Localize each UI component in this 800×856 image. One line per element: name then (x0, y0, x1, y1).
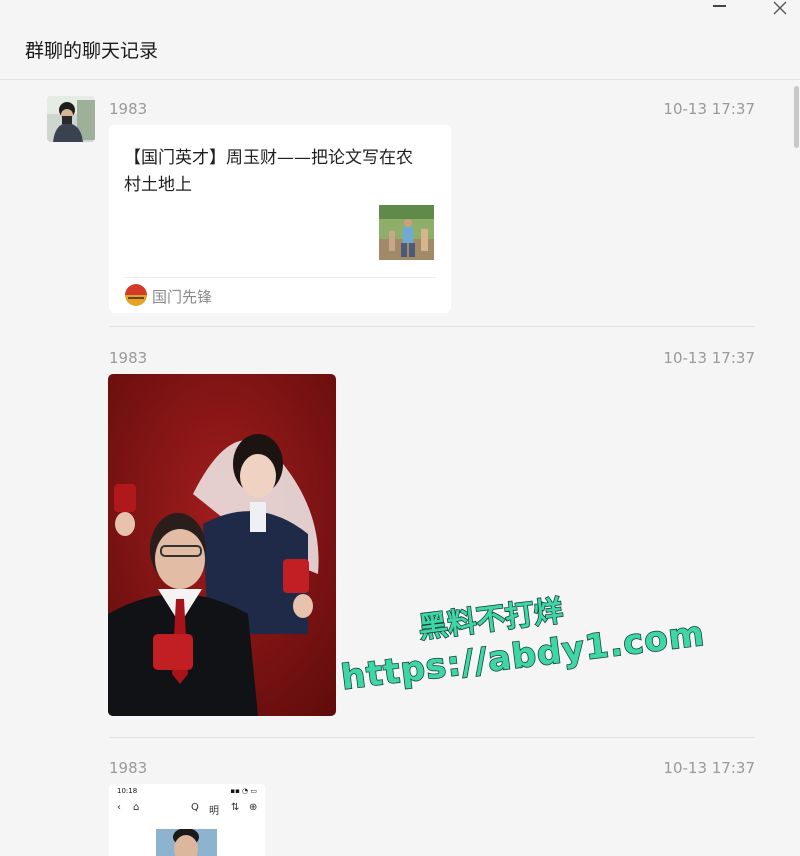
close-icon (773, 1, 787, 15)
sort-icon: ⇅ (231, 802, 240, 813)
watermark: 黑料不打烊 https://abdy1.com (338, 590, 708, 710)
status-time: 10:18 (117, 787, 138, 795)
source-logo-icon (125, 284, 147, 306)
card-divider (124, 277, 436, 278)
screenshot-image-message[interactable]: 10:18 ▪▪ ◔ ▭ ‹ ⌂ Q 明 ⇅ ⊕ (109, 784, 265, 856)
sender-name: 1983 (109, 100, 148, 118)
link-card[interactable]: 【国门英才】周玉财——把论文写在农村土地上 国门先锋 (109, 125, 451, 313)
screenshot-nav-bar: ‹ ⌂ Q 明 ⇅ ⊕ (109, 800, 265, 820)
message-list[interactable]: 1983 10-13 17:37 【国门英才】周玉财——把论文写在农村土地上 国… (0, 80, 790, 856)
window-title: 群聊的聊天记录 (25, 40, 159, 62)
message-divider (109, 326, 755, 327)
sender-name: 1983 (109, 759, 148, 777)
scrollbar-thumb[interactable] (794, 86, 799, 148)
card-source-name: 国门先锋 (152, 288, 213, 306)
scrollbar[interactable] (792, 80, 800, 856)
message-time: 10-13 17:37 (663, 100, 755, 118)
message-time: 10-13 17:37 (663, 349, 755, 367)
screenshot-photo (156, 829, 217, 856)
avatar[interactable] (47, 96, 95, 142)
image-message[interactable] (108, 374, 336, 716)
message-divider (109, 737, 755, 738)
text-icon: 明 (209, 806, 219, 817)
back-icon: ‹ (117, 802, 121, 813)
card-thumbnail (379, 205, 434, 260)
sender-name: 1983 (109, 349, 148, 367)
home-icon: ⌂ (133, 802, 140, 813)
avatar-image (47, 96, 95, 142)
minimize-button[interactable] (699, 0, 739, 24)
minimize-icon (712, 5, 726, 7)
close-button[interactable] (760, 0, 800, 24)
title-bar: 群聊的聊天记录 (0, 0, 800, 80)
search-icon: Q (191, 802, 199, 813)
card-title: 【国门英才】周玉财——把论文写在农村土地上 (124, 148, 413, 195)
message-time: 10-13 17:37 (663, 759, 755, 777)
status-icons: ▪▪ ◔ ▭ (230, 787, 257, 795)
more-icon: ⊕ (249, 802, 258, 813)
